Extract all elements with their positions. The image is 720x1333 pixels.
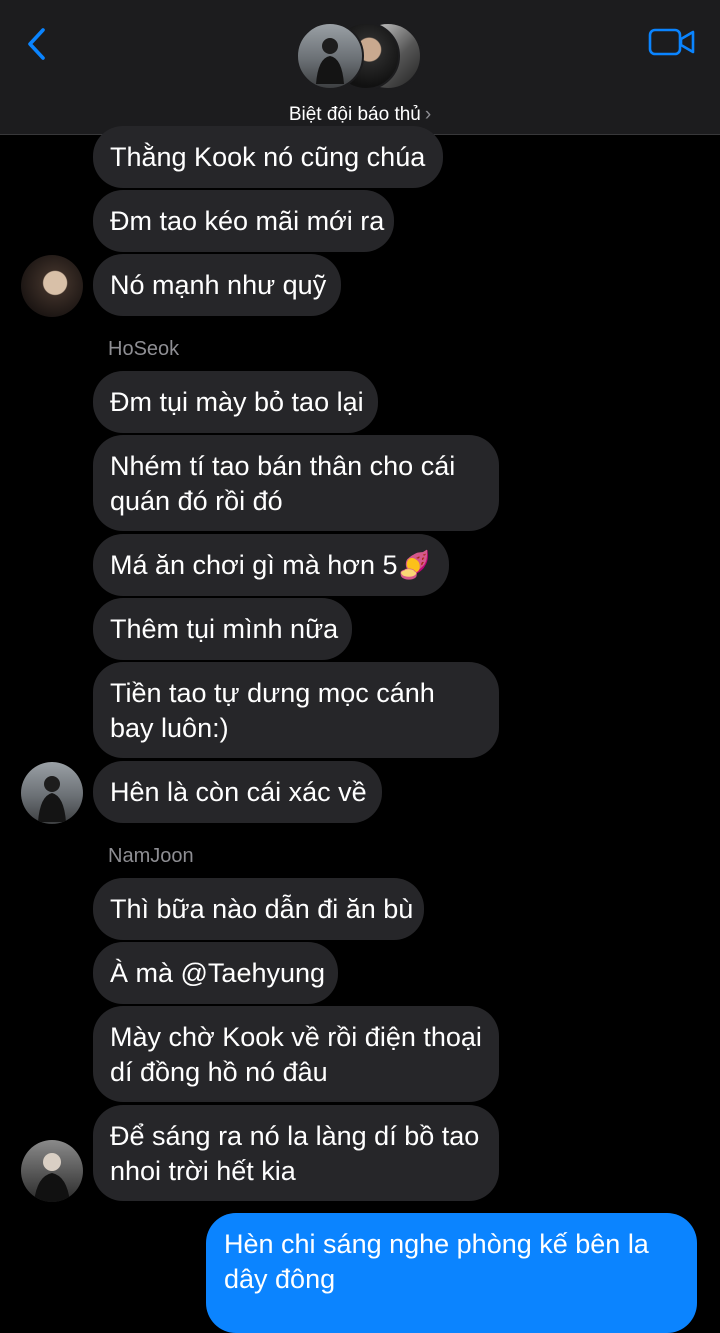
sender-name: HoSeok bbox=[108, 338, 180, 360]
message-bubble[interactable]: Má ăn chơi gì mà hơn 5 🍠 bbox=[93, 534, 449, 596]
message-text: À mà @Taehyung bbox=[110, 957, 326, 988]
group-avatars[interactable] bbox=[296, 22, 426, 94]
message-text: Nhém tí tao bán thân cho cái quán đó rồi… bbox=[110, 451, 456, 516]
message-bubble[interactable]: Đm tao kéo mãi mới ra bbox=[93, 190, 394, 252]
avatar[interactable] bbox=[21, 762, 83, 824]
message-bubble[interactable]: Thêm tụi mình nữa bbox=[93, 598, 352, 660]
message-text: Hèn chi sáng nghe phòng kế bên la dây đô… bbox=[224, 1229, 649, 1294]
group-name-button[interactable]: Biệt đội báo thủ › bbox=[0, 104, 720, 126]
group-name: Biệt đội báo thủ bbox=[288, 104, 421, 125]
video-camera-icon bbox=[648, 28, 695, 56]
message-bubble[interactable]: Thì bữa nào dẫn đi ăn bù bbox=[93, 878, 424, 940]
chevron-left-icon bbox=[28, 28, 45, 60]
message-text: Thì bữa nào dẫn đi ăn bù bbox=[110, 893, 414, 924]
message-bubble[interactable]: Đm tụi mày bỏ tao lại bbox=[93, 371, 378, 433]
message-bubble[interactable]: Mày chờ Kook về rồi điện thoại dí đồng h… bbox=[93, 1006, 499, 1102]
message-text: Nó mạnh như quỹ bbox=[110, 269, 327, 300]
message-bubble[interactable]: Tiền tao tự dưng mọc cánh bay luôn:) bbox=[93, 662, 499, 758]
message-text: Đm tụi mày bỏ tao lại bbox=[110, 386, 364, 417]
message-text: Má ăn chơi gì mà hơn 5 bbox=[110, 549, 398, 580]
message-bubble[interactable]: Để sáng ra nó la làng dí bồ tao nhoi trờ… bbox=[93, 1105, 499, 1201]
message-bubble[interactable]: Thằng Kook nó cũng chúa bbox=[93, 126, 443, 188]
person-silhouette-icon bbox=[34, 1153, 70, 1202]
message-text: Thêm tụi mình nữa bbox=[110, 613, 339, 644]
conversation-header: Biệt đội báo thủ › bbox=[0, 0, 720, 135]
avatar[interactable] bbox=[21, 255, 83, 317]
person-silhouette-icon bbox=[316, 38, 344, 84]
chevron-right-icon: › bbox=[424, 104, 432, 125]
avatar[interactable] bbox=[21, 1140, 83, 1202]
message-bubble[interactable]: Nó mạnh như quỹ bbox=[93, 254, 341, 316]
group-avatar-1 bbox=[296, 22, 364, 90]
sweet-potato-emoji: 🍠 bbox=[397, 549, 432, 580]
message-text: Tiền tao tự dưng mọc cánh bay luôn:) bbox=[110, 678, 435, 743]
video-call-button[interactable] bbox=[648, 26, 696, 58]
person-silhouette-icon bbox=[38, 776, 66, 822]
message-text: Để sáng ra nó la làng dí bồ tao nhoi trờ… bbox=[110, 1121, 480, 1186]
message-text: Đm tao kéo mãi mới ra bbox=[110, 205, 385, 236]
outgoing-message-bubble[interactable]: Hèn chi sáng nghe phòng kế bên la dây đô… bbox=[206, 1213, 697, 1333]
message-text: Hên là còn cái xác về bbox=[110, 776, 367, 807]
back-button[interactable] bbox=[22, 24, 52, 64]
message-bubble[interactable]: À mà @Taehyung bbox=[93, 942, 338, 1004]
message-text: Mày chờ Kook về rồi điện thoại dí đồng h… bbox=[110, 1022, 482, 1087]
message-text: Thằng Kook nó cũng chúa bbox=[110, 141, 426, 172]
message-bubble[interactable]: Nhém tí tao bán thân cho cái quán đó rồi… bbox=[93, 435, 499, 531]
sender-name: NamJoon bbox=[108, 845, 194, 867]
message-bubble[interactable]: Hên là còn cái xác về bbox=[93, 761, 382, 823]
